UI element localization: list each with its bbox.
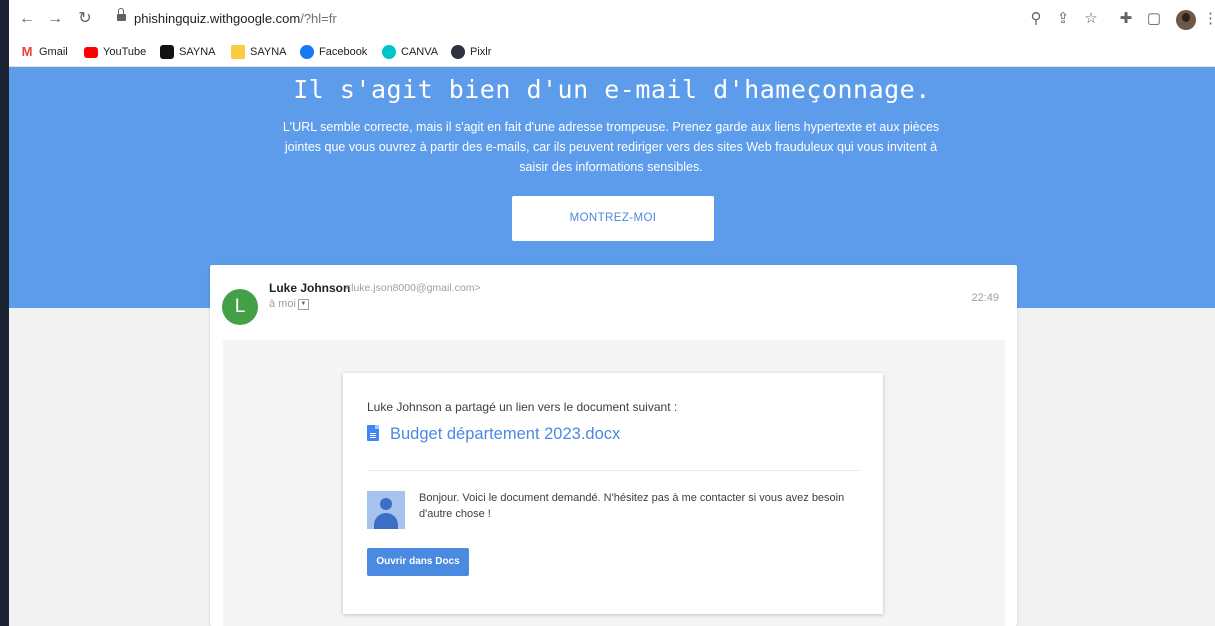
bookmark-label: SAYNA: [250, 46, 287, 58]
canva-icon: [382, 45, 396, 59]
bookmark-label: Pixlr: [470, 46, 492, 58]
recipient-label: à moi: [269, 298, 296, 310]
gmail-icon: M: [21, 44, 33, 59]
bookmark-pixlr[interactable]: Pixlr: [451, 44, 491, 60]
side-panel-icon[interactable]: ▢: [1145, 10, 1163, 28]
bookmark-canva[interactable]: CANVA: [382, 44, 438, 60]
back-arrow-icon[interactable]: ←: [17, 9, 37, 29]
browser-window: ← → ↻ phishingquiz.withgoogle.com/?hl=fr…: [9, 0, 1215, 626]
extensions-icon[interactable]: ✚: [1117, 10, 1135, 28]
shared-document-card: Luke Johnson a partagé un lien vers le d…: [343, 373, 883, 614]
email-card: L Luke Johnson <luke.json8000@gmail.com>…: [210, 265, 1017, 626]
bookmark-label: SAYNA: [179, 46, 216, 58]
divider: [367, 470, 859, 471]
profile-avatar[interactable]: [1176, 10, 1196, 30]
reload-icon[interactable]: ↻: [75, 9, 95, 29]
result-explanation: L'URL semble correcte, mais il s'agit en…: [282, 120, 940, 174]
document-link[interactable]: Budget département 2023.docx: [390, 425, 620, 444]
default-avatar-icon: [367, 491, 405, 529]
bookmark-label: Facebook: [319, 46, 368, 58]
bookmark-folder-sayna[interactable]: SAYNA: [231, 44, 286, 60]
facebook-icon: [300, 45, 314, 59]
url-host: phishingquiz.withgoogle.com: [134, 11, 301, 26]
bookmarks-bar: M Gmail YouTube SAYNA SAYNA Facebook CAN…: [9, 38, 1215, 67]
url-path: /?hl=fr: [300, 11, 337, 26]
email-time: 22:49: [971, 292, 999, 304]
google-docs-icon: [367, 425, 379, 441]
youtube-icon: [84, 46, 98, 58]
bookmark-label: YouTube: [103, 46, 147, 58]
message-text: Bonjour. Voici le document demandé. N'hé…: [419, 492, 845, 520]
share-notice: Luke Johnson a partagé un lien vers le d…: [367, 400, 678, 414]
folder-icon: [231, 45, 245, 59]
recipient-line: à moi ▼: [269, 298, 309, 310]
bookmark-label: CANVA: [401, 46, 439, 58]
forward-arrow-icon[interactable]: →: [45, 9, 65, 29]
result-title: Il s'agit bien d'un e-mail d'hameçonnage…: [293, 75, 931, 104]
star-icon[interactable]: ☆: [1082, 10, 1100, 28]
menu-icon[interactable]: ⋮: [1203, 10, 1215, 28]
open-in-docs-button[interactable]: Ouvrir dans Docs: [367, 548, 469, 576]
bookmark-youtube[interactable]: YouTube: [84, 44, 146, 60]
bookmark-sayna[interactable]: SAYNA: [160, 44, 215, 60]
browser-toolbar: ← → ↻ phishingquiz.withgoogle.com/?hl=fr…: [9, 0, 1215, 38]
sayna-icon: [160, 45, 174, 59]
address-bar[interactable]: phishingquiz.withgoogle.com/?hl=fr: [134, 11, 337, 26]
zoom-icon[interactable]: ⚲: [1027, 10, 1045, 28]
chevron-down-icon[interactable]: ▼: [297, 298, 309, 310]
lock-icon[interactable]: [117, 8, 126, 22]
bookmark-facebook[interactable]: Facebook: [300, 44, 367, 60]
show-me-button[interactable]: MONTREZ-MOI: [512, 196, 714, 241]
share-icon[interactable]: ⇪: [1054, 10, 1072, 28]
pixlr-icon: [451, 45, 465, 59]
bookmark-gmail[interactable]: M Gmail: [20, 44, 68, 60]
email-body: Luke Johnson a partagé un lien vers le d…: [223, 340, 1005, 626]
bookmark-label: Gmail: [39, 46, 68, 58]
sender-name: Luke Johnson: [269, 281, 351, 295]
sender-avatar: L: [222, 289, 258, 325]
sender-email: <luke.json8000@gmail.com>: [345, 282, 481, 294]
